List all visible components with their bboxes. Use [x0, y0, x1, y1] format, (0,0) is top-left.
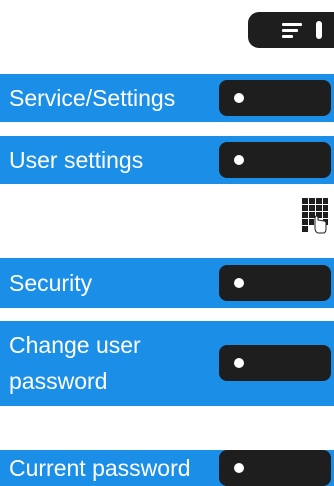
menu-row-label: User settings — [9, 147, 144, 173]
dot-icon — [234, 155, 244, 165]
dot-icon — [234, 93, 244, 103]
menu-row-user-settings[interactable]: User settings — [0, 136, 334, 184]
dot-icon — [234, 278, 244, 288]
menu-row-security[interactable]: Security — [0, 258, 334, 308]
menu-row-label: Security — [9, 270, 93, 296]
menu-lines-icon — [282, 23, 302, 38]
menu-row-label: Change user password — [9, 332, 141, 394]
softkey-button[interactable] — [219, 80, 331, 116]
menu-row-service-settings[interactable]: Service/Settings — [0, 74, 334, 122]
indicator-pill — [316, 21, 322, 39]
softkey-button[interactable] — [219, 345, 331, 381]
softkey-button[interactable] — [219, 142, 331, 178]
keypad-touch-icon — [302, 198, 328, 234]
menu-row-change-user-password[interactable]: Change user password — [0, 321, 334, 406]
softkey-button[interactable] — [219, 265, 331, 301]
menu-row-current-password[interactable]: Current password — [0, 450, 334, 486]
softkey-button[interactable] — [219, 450, 331, 486]
menu-row-label: Service/Settings — [9, 85, 176, 111]
dot-icon — [234, 358, 244, 368]
dot-icon — [234, 463, 244, 473]
menu-row-label: Current password — [9, 455, 191, 481]
menu-toggle-button[interactable] — [248, 12, 334, 48]
